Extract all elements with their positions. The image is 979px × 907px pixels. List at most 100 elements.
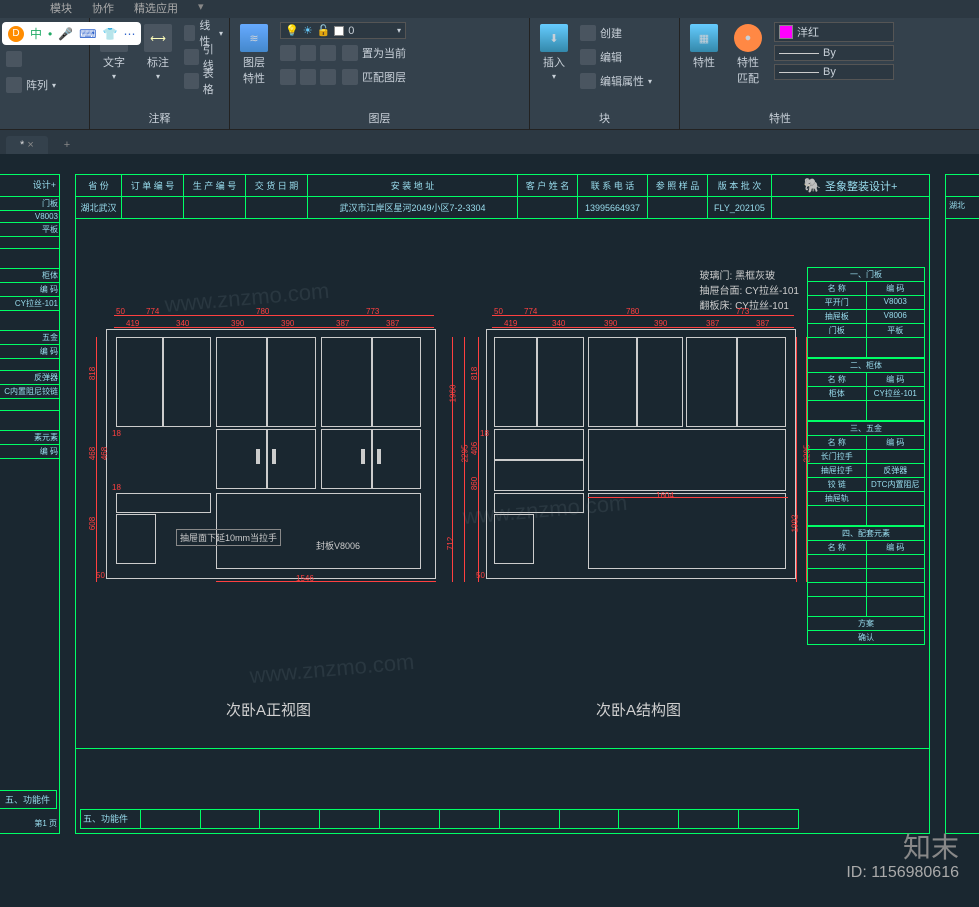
tb-brand-cell: 🐘 圣象整装设计+ [772,175,929,196]
brand-watermark: 知末 [903,826,959,866]
st5-r1: 确认 [808,631,924,644]
left-s1: 门板 [0,197,59,211]
line-preview [779,53,819,54]
layer-color-swatch [334,26,344,36]
set-current-button[interactable]: 置为当前 [342,42,406,64]
tb-h-ver: 版 本 批 次 [708,175,772,196]
dot-icon[interactable]: • [48,27,52,41]
dim-18a: 18 [112,429,121,438]
edit-block-button[interactable]: 编辑 [580,46,652,68]
keyboard-icon[interactable]: ⌨ [79,27,96,41]
add-tab-button[interactable]: + [50,136,84,154]
editattr-icon [580,73,596,89]
view-title-structure: 次卧A结构图 [596,699,681,720]
shirt-icon[interactable]: 👕 [103,27,118,41]
mic-icon[interactable]: 🎤 [58,27,73,41]
watermark: www.znzmo.com [249,648,416,688]
panel-block-title[interactable]: 块 [536,108,673,126]
st1-r2b: V8006 [867,310,925,323]
dim-468b: 468 [100,447,109,460]
drawing-canvas[interactable]: 设计+ 门板 V8003 平板 柜体 编 码 CY拉丝-101 五金 编 码 反… [0,154,979,884]
dim-18b: 18 [112,483,121,492]
panel-annot-title[interactable]: 注释 [96,108,223,126]
insert-button[interactable]: ⬇插入▾ [536,22,572,83]
properties-button[interactable]: ▦特性 [686,22,722,72]
st3-h1: 名 称 [808,436,867,449]
st1-h2: 编 码 [867,282,925,295]
elephant-icon: 🐘 [804,177,821,194]
dimension-label: 标注 [147,54,169,70]
dimension-button[interactable]: ⟷标注▾ [140,22,176,83]
linetype-combo[interactable]: By [774,64,894,80]
material-tables: 一、门板 名 称编 码 平开门V8003 抽屉板V8006 门板平板 二、柜体 … [807,267,925,645]
handle-icon [361,449,365,464]
layer-tool1-icon[interactable] [280,45,296,61]
tb-phone: 13995664937 [578,197,648,218]
st2-r1b: CY拉丝-101 [867,387,925,400]
match-layer-button[interactable]: 匹配图层 [342,66,406,88]
layer-combo[interactable]: 💡 ☀ 🔓 0 ▾ [280,22,406,39]
ribbon: 圆角▾ 阵列▾ A文字▾ ⟷标注▾ 线性▾ 引线 表格 注释 ≋图层 特性 💡 … [0,0,979,130]
explode-button[interactable] [6,48,22,70]
st2-h2: 编 码 [867,373,925,386]
layer-tool5-icon[interactable] [300,69,316,85]
create-block-button[interactable]: 创建 [580,22,652,44]
left-h: 编 码 [0,283,59,297]
layer-name: 0 [348,25,354,37]
dim-1604: 1604 [656,491,674,500]
insert-icon: ⬇ [540,24,568,52]
layer-tool4-icon[interactable] [280,69,296,85]
left-r4: 反弹器 [0,371,59,385]
more-icon[interactable]: ⋯ [123,27,135,41]
leader-icon [184,49,199,65]
file-tabs: * × + [0,130,979,154]
layer-tool3-icon[interactable] [320,45,336,61]
layer-tool6-icon[interactable] [320,69,336,85]
tb-h-date: 交 货 日 期 [246,175,308,196]
layer-props-button[interactable]: ≋图层 特性 [236,22,272,88]
panel-modify-title [6,124,83,126]
close-icon[interactable]: × [27,139,33,151]
st1-r2a: 抽屉板 [808,310,867,323]
dim-50d: 50 [476,571,485,580]
watermark: www.znzmo.com [163,278,330,318]
edit-attr-button[interactable]: 编辑属性▾ [580,70,652,92]
properties-icon: ▦ [690,24,718,52]
left-r3: CY拉丝-101 [0,297,59,311]
left-r2: 平板 [0,223,59,237]
left-r5: C内置阻尼铰链 [0,385,59,399]
file-tab[interactable]: * × [6,136,48,154]
elevation-structure [486,329,796,579]
match-props-button[interactable]: ●特性 匹配 [730,22,766,88]
tb-h-order: 订 单 编 号 [122,175,184,196]
left-h2: 编 码 [0,345,59,359]
array-button[interactable]: 阵列▾ [6,74,56,96]
panel-props-title[interactable]: 特性 [686,108,874,126]
st4-h2: 编 码 [867,541,925,554]
handle-icon [272,449,276,464]
layer-tool2-icon[interactable] [300,45,316,61]
lang-indicator[interactable]: 中 [30,25,42,42]
sheet-right-partial: 湖北 [945,174,979,834]
table-icon [184,73,199,89]
st1-title: 一、门板 [807,267,925,282]
menu-collab[interactable]: 协作 [92,0,114,18]
menu-module[interactable]: 模块 [50,0,72,18]
logo-icon: D [8,26,24,42]
left-h3: 编 码 [0,445,59,459]
annot-drawer: 抽屉台面: CY拉丝-101 [700,284,799,299]
chevron-down-icon: ▾ [397,26,401,35]
matchprops-label: 特性 匹配 [737,54,759,86]
tb-h-province: 省 份 [76,175,122,196]
panel-layer-title[interactable]: 图层 [236,108,523,126]
st1-r3a: 门板 [808,324,867,337]
left-page: 第1 页 [34,818,57,829]
menu-apps[interactable]: 精选应用 [134,0,178,18]
bottom-row: 五、功能件 [80,809,799,829]
table-button[interactable]: 表格 [184,70,223,92]
color-combo[interactable]: 洋红 [774,22,894,42]
chevron-down-icon[interactable]: ▾ [198,0,204,18]
table-label: 表格 [203,65,223,97]
top-menu-bar: 模块 协作 精选应用 ▾ [0,0,979,18]
lineweight-combo[interactable]: By [774,45,894,61]
